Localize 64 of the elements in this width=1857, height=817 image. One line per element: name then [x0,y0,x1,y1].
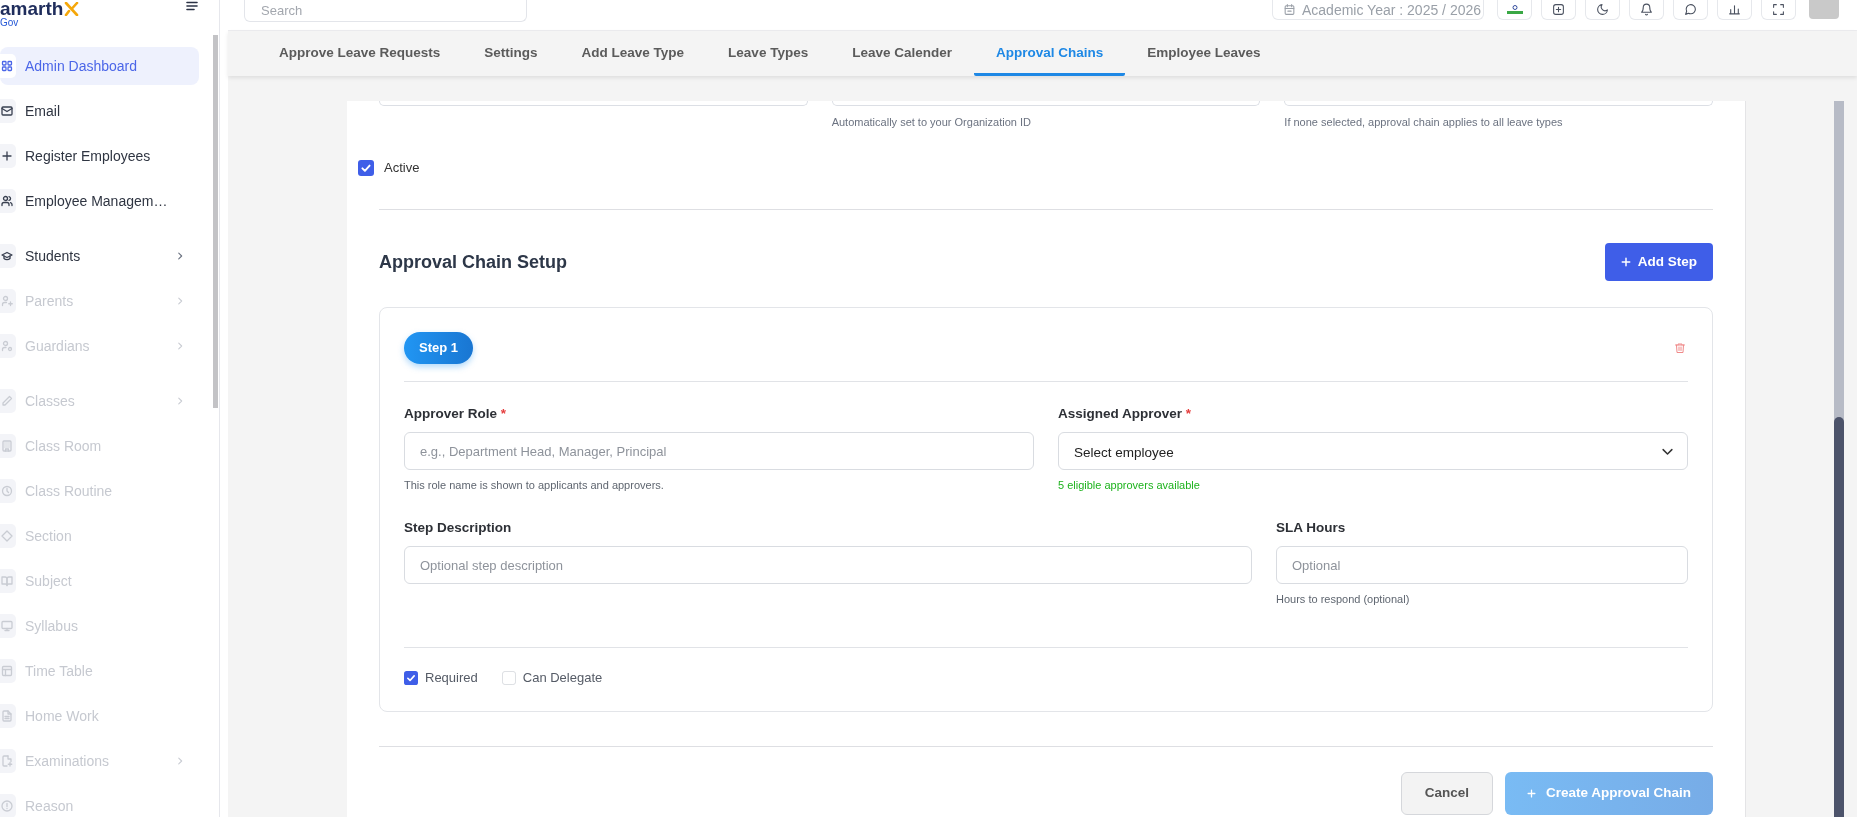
logo-subtext: Gov [0,17,20,28]
helper-text: 5 eligible approvers available [1058,479,1201,492]
input-field[interactable] [379,101,808,106]
checkbox-label: Can Delegate [522,669,603,687]
sidebar-item[interactable]: Email [0,92,199,130]
sidebar-item[interactable]: Admin Dashboard [0,47,199,85]
tab[interactable]: Settings [462,31,560,76]
helper-text: Automatically set to your Organization ID [831,116,1032,129]
chat-bubble-icon [1684,3,1697,16]
helper-text: If none selected, approval chain applies to all leave types [1284,116,1564,129]
helper-text: Hours to respond (optional) [1276,593,1411,606]
add-step-button[interactable]: Add Step [1604,243,1713,281]
academic-year-button[interactable]: Academic Year : 2025 / 2026 [1272,0,1484,20]
tab[interactable]: Add Leave Type [559,31,707,76]
select-field[interactable]: Select employee [1058,432,1688,470]
bar-chart-icon [1728,3,1741,16]
checkbox[interactable] [404,670,418,685]
tab[interactable]: Employee Leaves [1125,31,1283,76]
field-label: Step Description [404,520,513,536]
sidebar-item[interactable]: Employee Managem… [0,182,199,220]
flag-icon [1506,5,1523,14]
fullscreen-button[interactable] [1761,0,1796,20]
language-button[interactable] [1497,0,1532,20]
step-badge: Step 1 [404,332,473,364]
calendar-icon [1283,3,1296,16]
tab[interactable]: Approve Leave Requests [257,31,463,76]
search-field[interactable]: Search [244,0,527,22]
plus-icon [1526,788,1536,798]
reports-button[interactable] [1717,0,1752,20]
menu-icon[interactable] [186,1,198,11]
field-label: Approver Role * [404,406,508,422]
helper-text: This role name is shown to applicants and approvers. [404,479,665,492]
fullscreen-icon [1772,3,1785,16]
checkbox[interactable] [501,670,516,685]
tab[interactable]: Leave Types [706,31,831,76]
cancel-button[interactable]: Cancel [1400,771,1493,815]
plus-icon [1620,257,1631,267]
bell-icon [1640,3,1653,16]
tab[interactable]: Leave Calender [830,31,974,76]
checkbox-label: Required [425,669,478,687]
add-button[interactable] [1541,0,1576,20]
input-field[interactable] [1284,101,1713,106]
input-field[interactable] [831,101,1261,106]
theme-button[interactable] [1585,0,1620,20]
checkbox[interactable] [358,160,374,176]
logo-text: amarth [0,0,64,17]
sidebar-item[interactable]: Register Employees [0,137,199,175]
scrollbar-thumb[interactable] [1834,417,1844,817]
text-field[interactable]: Optional [1276,546,1688,584]
section-title: Approval Chain Setup [379,250,567,274]
field-label: SLA Hours [1276,520,1347,536]
scrollbar-thumb[interactable] [213,35,218,408]
trash-icon[interactable] [1674,342,1686,354]
plus-square-icon [1552,3,1565,16]
messages-button[interactable] [1673,0,1708,20]
text-field[interactable]: e.g., Department Head, Manager, Principal [404,432,1034,470]
moon-icon [1596,3,1609,16]
grid-icon [0,54,16,78]
notifications-button[interactable] [1629,0,1664,20]
sidebar-item[interactable]: Students [0,237,199,275]
text-field[interactable]: Optional step description [404,546,1252,584]
logo-icon [64,1,81,16]
field-label: Assigned Approver * [1058,406,1193,422]
checkbox-label: Active [384,159,420,178]
